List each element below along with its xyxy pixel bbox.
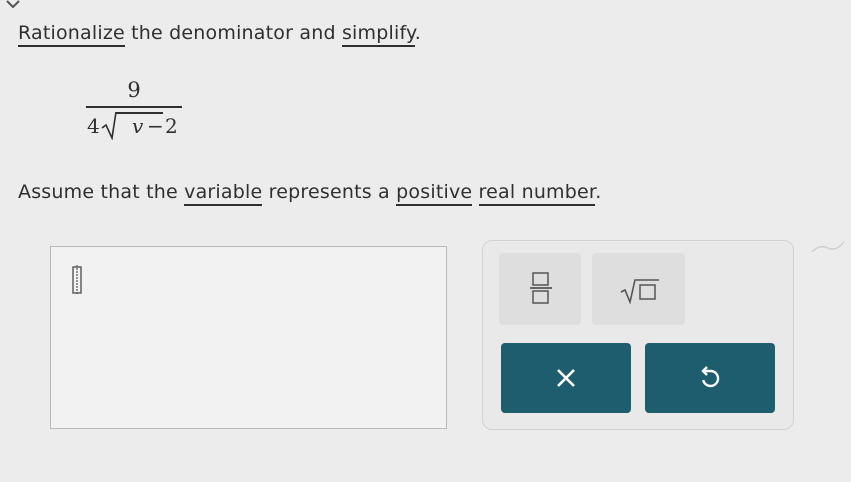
denominator-operator: − <box>147 114 164 138</box>
glossary-link-real-number[interactable]: real number <box>478 181 596 206</box>
chevron-down-icon <box>6 0 20 8</box>
fraction-button[interactable] <box>499 253 581 325</box>
instruction-end: . <box>414 22 421 44</box>
square-root-button[interactable] <box>592 253 685 325</box>
assumption-start: Assume that the <box>18 181 185 203</box>
assumption-text: Assume that the variable represents a po… <box>18 181 602 206</box>
instruction-middle: the denominator and <box>124 22 342 44</box>
square-root-icon <box>620 279 659 304</box>
glossary-link-simplify[interactable]: simplify <box>341 22 415 47</box>
math-keypad <box>482 240 794 430</box>
text-cursor-icon <box>72 265 82 295</box>
fraction-numerator: 9 <box>127 78 141 102</box>
clear-button[interactable] <box>501 343 631 413</box>
glossary-link-rationalize[interactable]: Rationalize <box>18 22 125 47</box>
fraction-bar <box>86 106 182 108</box>
assumption-end: . <box>595 181 602 203</box>
radicand-variable: v <box>132 114 144 138</box>
undo-icon <box>701 366 720 388</box>
denominator-coefficient: 4 <box>87 114 100 138</box>
clear-icon <box>557 369 575 387</box>
assumption-mid: represents a <box>262 181 397 203</box>
answer-input[interactable] <box>50 246 447 429</box>
undo-button[interactable] <box>645 343 775 413</box>
screen-mark <box>811 241 845 253</box>
fraction-icon <box>530 272 552 304</box>
radical-sign-icon <box>101 111 117 140</box>
glossary-link-variable[interactable]: variable <box>184 181 263 206</box>
fraction-denominator: 4 v − 2 <box>84 110 184 142</box>
denominator-constant: 2 <box>165 114 178 138</box>
glossary-link-positive[interactable]: positive <box>396 181 473 206</box>
expression-fraction: 9 4 v − 2 <box>84 78 184 142</box>
assumption-space <box>472 181 478 203</box>
instruction-text: Rationalize the denominator and simplify… <box>18 22 421 47</box>
